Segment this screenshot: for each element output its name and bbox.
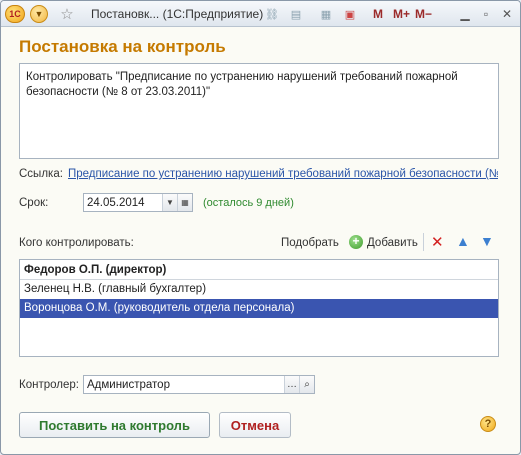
document-link[interactable]: Предписание по устранению нарушений треб… <box>68 168 498 180</box>
form-title: Постановка на контроль <box>19 37 226 56</box>
calendar-icon[interactable]: ▦ <box>177 194 192 211</box>
add-button[interactable]: Добавить <box>367 237 418 249</box>
memory-button[interactable]: M <box>373 7 383 21</box>
minimize-icon[interactable]: ▁ <box>456 5 474 23</box>
calendar-icon[interactable]: ▣ <box>341 5 359 23</box>
list-item[interactable]: Федоров О.П. (директор) <box>20 261 498 280</box>
list-item-selected[interactable]: Воронцова О.М. (руководитель отдела перс… <box>20 299 498 318</box>
ellipsis-icon[interactable]: … <box>284 376 299 393</box>
search-icon[interactable]: ⌕ <box>299 376 314 393</box>
controller-input[interactable]: Администратор … ⌕ <box>83 375 315 394</box>
link-icon[interactable]: ⛓ <box>263 5 281 23</box>
list-item[interactable]: Зеленец Н.В. (главный бухгалтер) <box>20 280 498 299</box>
cancel-button[interactable]: Отмена <box>219 412 291 438</box>
title-bar: 1С ▼ ☆ Постановк... (1С:Предприятие) ⛓ ▤… <box>1 1 520 27</box>
delete-icon[interactable]: ✕ <box>431 233 444 251</box>
controlled-persons-list[interactable]: Федоров О.П. (директор) Зеленец Н.В. (гл… <box>19 259 499 357</box>
calculator-icon[interactable]: ▦ <box>317 5 335 23</box>
toolbar-separator <box>423 233 424 251</box>
help-icon[interactable]: ? <box>480 416 496 432</box>
add-icon[interactable]: + <box>349 235 363 249</box>
controller-label: Контролер: <box>19 379 79 391</box>
pick-button[interactable]: Подобрать <box>281 237 339 249</box>
document-icon[interactable]: ▤ <box>287 5 305 23</box>
close-icon[interactable]: ✕ <box>498 5 516 23</box>
deadline-date-input[interactable]: 24.05.2014 ▼ ▦ <box>83 193 193 212</box>
chevron-down-icon[interactable]: ▼ <box>30 5 48 23</box>
link-label: Ссылка: <box>19 168 63 180</box>
submit-button[interactable]: Поставить на контроль <box>19 412 210 438</box>
move-up-icon[interactable]: ▲ <box>456 233 470 249</box>
star-icon[interactable]: ☆ <box>58 5 76 23</box>
whom-label: Кого контролировать: <box>19 237 134 249</box>
window-title: Постановк... (1С:Предприятие) <box>91 7 264 21</box>
controller-value: Администратор <box>87 378 170 391</box>
memo-textarea[interactable]: Контролировать "Предписание по устранени… <box>19 63 499 159</box>
deadline-date-value: 24.05.2014 <box>87 196 145 209</box>
dropdown-icon[interactable]: ▼ <box>162 194 177 211</box>
memory-plus-button[interactable]: M+ <box>393 7 410 21</box>
remaining-days: (осталось 9 дней) <box>203 197 294 209</box>
restore-icon[interactable]: ▫ <box>477 5 495 23</box>
app-logo-icon[interactable]: 1С <box>5 5 25 23</box>
memory-minus-button[interactable]: M− <box>415 7 432 21</box>
dialog-window: 1С ▼ ☆ Постановк... (1С:Предприятие) ⛓ ▤… <box>0 0 521 455</box>
deadline-label: Срок: <box>19 197 49 209</box>
move-down-icon[interactable]: ▼ <box>480 233 494 249</box>
